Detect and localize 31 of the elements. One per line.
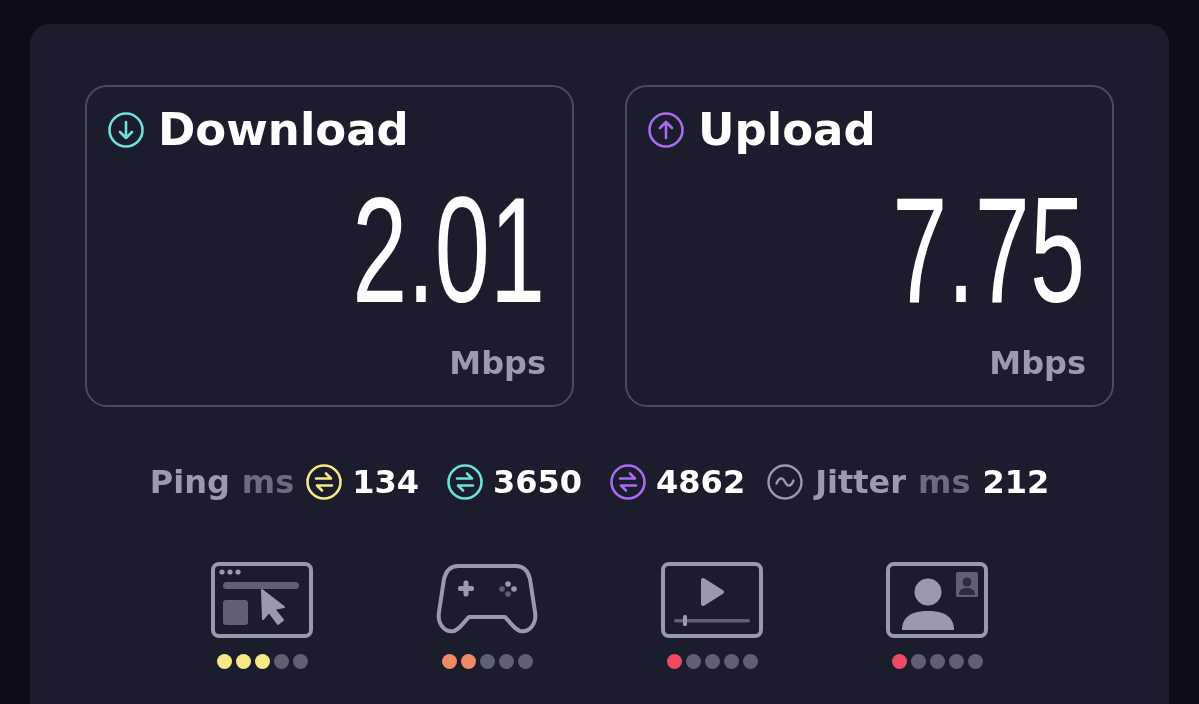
video-call-icon xyxy=(886,562,988,638)
rating-dot xyxy=(479,654,495,669)
rating-dot xyxy=(292,654,308,669)
speed-value: 7.75 xyxy=(892,195,1085,305)
wave-icon xyxy=(767,464,804,500)
speed-value: 2.01 xyxy=(352,195,545,305)
unit-label: ms xyxy=(918,462,971,502)
rating-dot xyxy=(685,654,701,669)
unit-label: Mbps xyxy=(449,344,546,382)
unit-label: ms xyxy=(241,462,295,502)
browser-cursor-icon xyxy=(211,562,313,638)
jitter-value: 212 xyxy=(982,462,1050,502)
ping-value: 3650 xyxy=(493,462,583,502)
rating-dot xyxy=(967,654,983,669)
rating-dot xyxy=(723,654,739,669)
video-player-icon xyxy=(661,562,763,638)
rating-dot xyxy=(273,654,289,669)
rating-dot xyxy=(517,654,533,669)
rating-dot xyxy=(704,654,720,669)
rating-dot xyxy=(910,654,926,669)
rating-dot xyxy=(929,654,945,669)
unit-label: Mbps xyxy=(989,344,1086,382)
rating-dot xyxy=(742,654,758,669)
jitter-label: Jitter xyxy=(815,462,907,502)
rating-dot xyxy=(948,654,964,669)
ping-value: 134 xyxy=(352,462,419,502)
metric-title: Download xyxy=(158,104,409,156)
rating-dot xyxy=(498,654,514,669)
metric-title: Upload xyxy=(698,104,876,156)
ping-label: Ping xyxy=(149,462,230,502)
ping-value: 4862 xyxy=(656,462,746,502)
